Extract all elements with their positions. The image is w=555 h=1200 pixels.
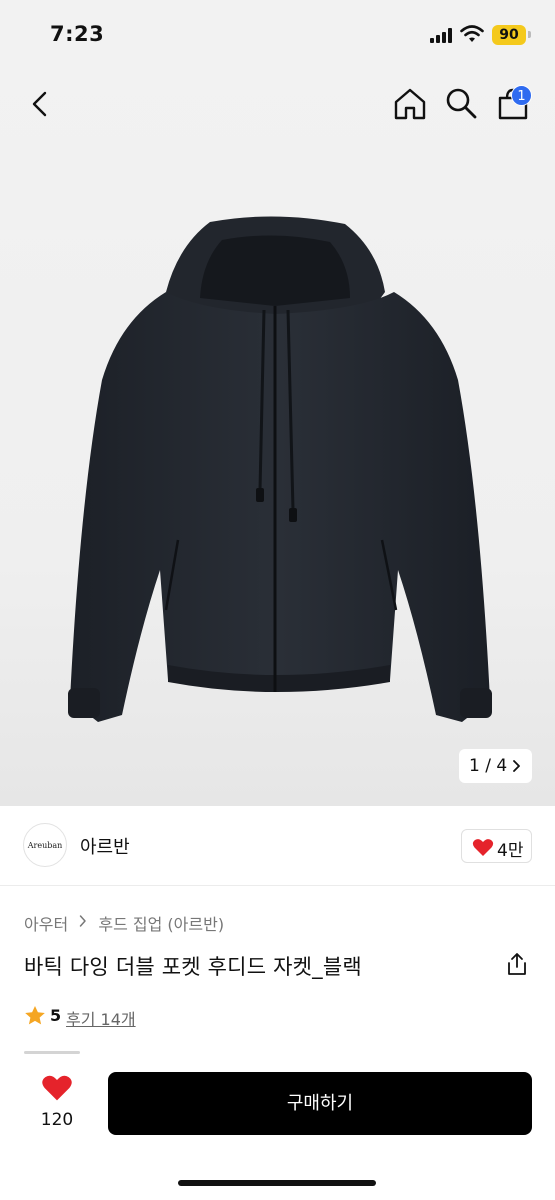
star-icon xyxy=(25,1006,45,1025)
top-nav xyxy=(0,80,555,130)
brand-like-count: 4만 xyxy=(497,841,524,861)
back-icon[interactable] xyxy=(24,88,56,120)
tab-indicator xyxy=(24,1051,80,1054)
battery-tip xyxy=(528,31,531,38)
chevron-right-icon xyxy=(79,914,87,932)
rating-score: 5 xyxy=(50,1006,62,1025)
buy-button[interactable]: 구매하기 xyxy=(108,1072,532,1135)
battery-indicator: 90 xyxy=(492,25,526,45)
bottom-action-bar: 120 구매하기 xyxy=(0,1056,555,1200)
pager-text: 1 / 4 xyxy=(469,756,508,776)
review-count-link[interactable]: 후기 14개 xyxy=(66,1006,136,1030)
status-bar: 7:23 90 xyxy=(0,0,555,70)
home-indicator xyxy=(178,1180,376,1186)
home-icon[interactable] xyxy=(392,86,428,122)
signal-icon xyxy=(430,28,454,43)
wishlist-button[interactable]: 120 xyxy=(24,1074,90,1138)
wifi-icon xyxy=(460,25,484,42)
chevron-right-icon xyxy=(512,749,522,795)
breadcrumb-item-category[interactable]: 아우터 xyxy=(24,911,68,935)
brand-name[interactable]: 아르반 xyxy=(80,833,130,859)
breadcrumb: 아우터 후드 집업 (아르반) xyxy=(24,911,224,935)
product-title: 바틱 다잉 더블 포켓 후디드 자켓_블랙 xyxy=(24,955,362,979)
image-pager[interactable]: 1 / 4 xyxy=(459,749,532,783)
breadcrumb-item-subcategory[interactable]: 후드 집업 (아르반) xyxy=(98,911,224,935)
heart-icon xyxy=(472,839,494,856)
cart-count-badge: 1 xyxy=(511,85,532,106)
brand-logo[interactable]: Areuban xyxy=(23,823,67,867)
brand-like-button[interactable]: 4만 xyxy=(461,829,532,863)
search-icon[interactable] xyxy=(444,86,478,120)
product-image xyxy=(68,216,492,722)
status-time: 7:23 xyxy=(50,22,105,46)
wishlist-count: 120 xyxy=(40,1110,74,1130)
heart-icon xyxy=(42,1075,72,1101)
share-icon[interactable] xyxy=(505,951,529,977)
brand-row[interactable]: Areuban 아르반 4만 xyxy=(0,806,555,886)
